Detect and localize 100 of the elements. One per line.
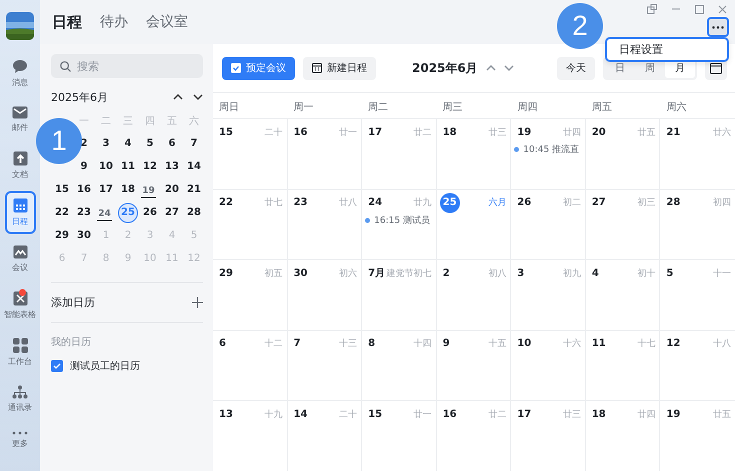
document-icon [12, 151, 28, 166]
nav-label: 工作台 [8, 356, 32, 367]
day-number: 4 [592, 268, 599, 278]
mini-calendar-day[interactable]: 22 [54, 206, 70, 218]
mini-calendar-day[interactable]: 4 [124, 138, 132, 150]
checkbox[interactable] [51, 360, 63, 372]
weekday-label: 五 [166, 114, 178, 128]
mini-calendar-title: 2025年6月 [51, 90, 109, 104]
mini-calendar-day[interactable]: 21 [186, 184, 202, 196]
day-number: 15 [219, 126, 233, 138]
mini-calendar-day[interactable]: 6 [168, 138, 176, 150]
lunar-date: 十五 [488, 338, 506, 350]
day-number: 3 [517, 268, 524, 278]
mini-calendar-day[interactable]: 23 [76, 206, 92, 218]
nav-label: 会议 [12, 262, 28, 273]
maximize-icon[interactable] [695, 4, 704, 14]
nav-item[interactable]: 日程 [4, 191, 36, 234]
tab[interactable]: 日程 [52, 12, 82, 32]
day-number: 18 [592, 408, 606, 420]
plus-icon[interactable] [192, 297, 203, 308]
day-number: 10 [517, 338, 532, 349]
lunar-date: 廿二 [488, 408, 506, 420]
nav-label: 邮件 [12, 122, 28, 133]
tab[interactable]: 待办 [100, 13, 128, 31]
day-number: 16 [442, 408, 457, 420]
close-icon[interactable] [718, 4, 727, 14]
nav-item[interactable]: 邮件 [4, 99, 36, 140]
mini-calendar-day[interactable]: 18 [120, 184, 136, 196]
previous-month-icon[interactable] [173, 94, 183, 100]
mini-calendar-day[interactable]: 28 [186, 206, 202, 218]
mini-calendar-day[interactable]: 19 [141, 184, 156, 198]
next-month-icon[interactable] [193, 94, 203, 100]
nav-label: 智能表格 [4, 309, 36, 320]
add-calendar-label: 添加日历 [51, 295, 95, 310]
nav-label: 消息 [12, 77, 28, 88]
lunar-date: 十一 [712, 268, 731, 280]
day-number: 12 [666, 338, 680, 349]
more-button[interactable] [707, 17, 729, 37]
panel-icon [710, 62, 722, 74]
mini-calendar-day[interactable]: 2 [80, 138, 88, 150]
weekday-header: 周一 [292, 101, 315, 115]
mini-calendar-day[interactable]: 13 [164, 160, 180, 172]
lunar-date: 六月 [488, 196, 506, 209]
mini-calendar-day[interactable]: 25 [118, 202, 138, 222]
mini-calendar-day[interactable]: 24 [97, 208, 112, 220]
weekday-label: 三 [122, 114, 134, 128]
nav-item[interactable]: 会议 [4, 238, 36, 280]
day-number: 19 [666, 408, 680, 420]
mini-calendar-day[interactable]: 11 [120, 160, 136, 172]
lunar-date: 初三 [637, 196, 656, 209]
new-event-button[interactable]: 新建日程 [303, 56, 376, 80]
day-number: 24 [368, 197, 382, 208]
calendar-event[interactable]: 10:45 推流直 [514, 143, 581, 156]
tab[interactable]: 会议室 [146, 13, 188, 31]
view-tab[interactable]: 周 [635, 58, 665, 78]
calendar-event[interactable]: 16:15 测试员 [365, 214, 432, 226]
mini-calendar-day[interactable]: 20 [164, 184, 180, 196]
mini-calendar-day[interactable]: 15 [54, 184, 70, 196]
mini-calendar-day[interactable]: 17 [98, 184, 114, 196]
lunar-date: 廿三 [488, 126, 506, 138]
weekday-header: 周六 [665, 100, 688, 115]
mini-calendar-day[interactable]: 26 [142, 206, 158, 218]
current-month: 2025年6月 [412, 60, 478, 76]
lunar-date: 廿七 [264, 196, 283, 209]
view-tab[interactable]: 日 [605, 58, 635, 78]
mini-calendar-day[interactable]: 10 [98, 160, 114, 172]
nav-item[interactable]: 消息 [4, 52, 36, 95]
mini-calendar-day[interactable]: 3 [102, 138, 110, 150]
mini-calendar-day[interactable]: 9 [80, 160, 88, 172]
nav-label: 日程 [12, 216, 28, 227]
day-number: 19 [517, 126, 532, 138]
mini-calendar-day[interactable]: 5 [146, 138, 154, 150]
menu-item[interactable]: 日程设置 [611, 40, 723, 59]
mini-calendar-day[interactable]: 30 [76, 230, 92, 242]
mini-calendar-day[interactable]: 27 [164, 206, 180, 218]
day-number: 20 [592, 126, 606, 138]
nav-item[interactable]: 通讯录 [4, 378, 36, 420]
search-icon [60, 61, 71, 72]
weekday-label: 二 [100, 114, 112, 128]
mini-calendar-day[interactable]: 12 [142, 160, 158, 172]
book-meeting-button[interactable]: 预定会议 [222, 56, 295, 80]
lunar-date: 廿一 [339, 126, 358, 138]
search-field[interactable]: 搜索 [51, 54, 203, 78]
calendar-icon [12, 198, 28, 213]
nav-item[interactable]: 更多 [4, 424, 36, 456]
popout-icon[interactable] [647, 4, 657, 14]
mini-calendar-day[interactable]: 16 [76, 184, 92, 196]
weekday-header: 周三 [442, 101, 464, 115]
today-button[interactable]: 今天 [557, 56, 595, 80]
mini-calendar-day[interactable]: 7 [190, 138, 198, 150]
day-number: 23 [294, 197, 308, 208]
lunar-date: 廿二 [414, 126, 432, 138]
mini-calendar-day[interactable]: 14 [186, 160, 202, 172]
nav-item[interactable]: 工作台 [4, 331, 36, 374]
calendar-name: 测试员工的日历 [70, 360, 140, 373]
mini-calendar-day[interactable]: 29 [54, 230, 70, 242]
nav-item[interactable]: 智能表格 [4, 284, 36, 327]
lunar-date: 建党节初七 [386, 268, 432, 280]
nav-item[interactable]: 文档 [4, 144, 36, 187]
weekday-label: 六 [188, 114, 200, 128]
